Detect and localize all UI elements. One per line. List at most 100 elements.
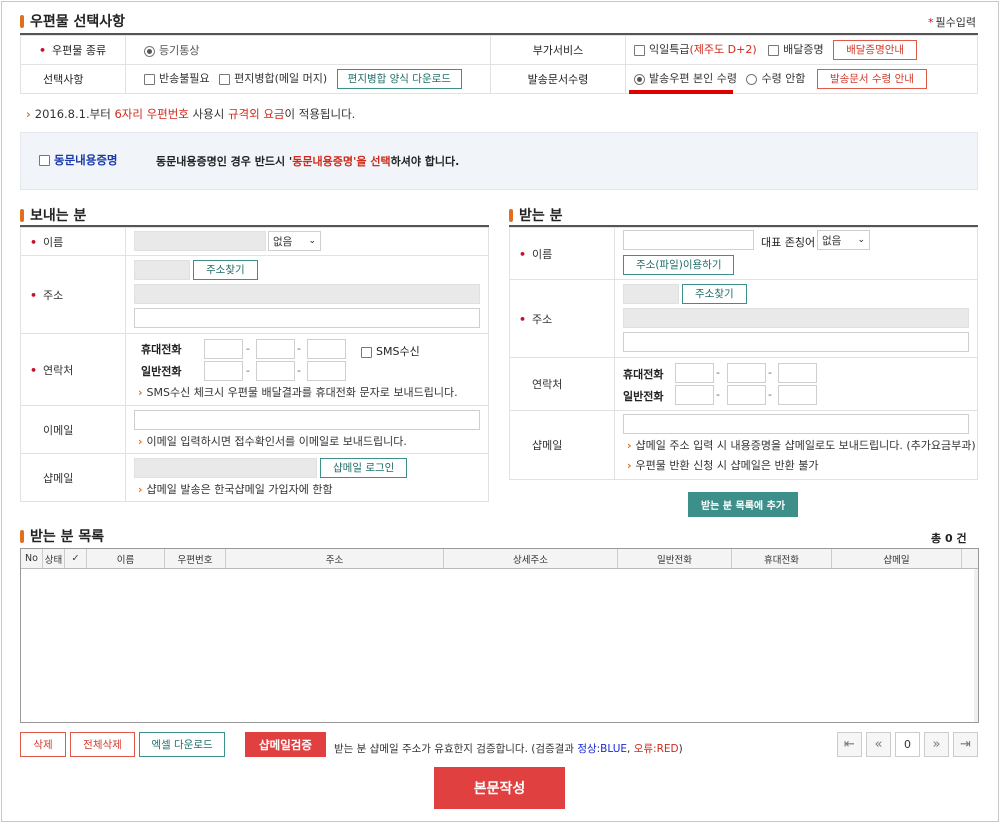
receiver-phone-2[interactable] — [727, 385, 766, 405]
sender-address-input[interactable] — [134, 284, 480, 304]
sender-shopmail-help: › 샵메일 발송은 한국샵메일 가입자에 한함 — [138, 483, 333, 496]
receiver-name-input[interactable] — [623, 230, 754, 250]
mail-type-label-cell: • 우편물 종류 — [20, 35, 126, 65]
chevron-right-icon: › — [138, 483, 143, 496]
receiver-shopmail-input[interactable] — [623, 414, 969, 434]
compose-button[interactable]: 본문작성 — [434, 767, 565, 809]
honorific-label: 대표 존칭어 — [761, 236, 816, 249]
receiver-mobile-3[interactable] — [778, 363, 817, 383]
last-page-icon[interactable]: ⇥ — [953, 732, 978, 757]
receiver-phone-3[interactable] — [778, 385, 817, 405]
receiver-title: 받는 분 — [509, 205, 563, 225]
page-number-input[interactable]: 0 — [895, 732, 920, 757]
verify-desc: 받는 분 샵메일 주소가 유효한지 검증합니다. (검증결과 정상:BLUE, … — [334, 743, 683, 755]
sender-sms-row[interactable]: SMS수신 — [361, 343, 420, 359]
chevron-right-icon: › — [627, 459, 632, 472]
first-page-icon[interactable]: ⇤ — [837, 732, 862, 757]
delivery-proof-guide-button[interactable]: 배달증명안내 — [833, 40, 918, 60]
doc-receive-label-cell: 발송문서수령 — [490, 64, 626, 94]
sender-mobile-label: 휴대전화 — [141, 343, 182, 356]
col-check-icon[interactable]: ✓ — [65, 549, 87, 568]
col-shopmail: 샵메일 — [832, 549, 962, 568]
sender-phone-2[interactable] — [256, 361, 295, 381]
sender-find-address-button[interactable]: 주소찾기 — [193, 260, 258, 280]
doc-receive-none-radio[interactable] — [746, 73, 758, 85]
receiver-mobile-2[interactable] — [727, 363, 766, 383]
receiver-contact-label: 연락처 — [509, 357, 615, 411]
col-no: No — [21, 549, 43, 568]
options-cell: 반송불필요 편지병합(메일 머지) 편지병합 양식 다운로드 — [125, 64, 491, 94]
chevron-right-icon: › — [138, 386, 143, 399]
section-bar-icon — [20, 208, 24, 222]
section-bar-icon — [509, 208, 513, 222]
extra-service-label-cell: 부가서비스 — [490, 35, 626, 65]
sender-phone-1[interactable] — [204, 361, 243, 381]
col-mobile: 휴대전화 — [732, 549, 832, 568]
receiver-name-label: • 이름 — [509, 227, 615, 280]
chevron-right-icon: › — [26, 107, 31, 121]
same-content-checkbox[interactable] — [39, 155, 50, 166]
doc-receive-guide-button[interactable]: 발송문서 수령 안내 — [816, 69, 927, 89]
col-zipcode: 우편번호 — [165, 549, 226, 568]
receiver-mobile-1[interactable] — [675, 363, 714, 383]
sender-contact-label: • 연락처 — [20, 333, 126, 406]
chevron-down-icon: ⌄ — [308, 236, 316, 246]
receiver-find-address-button[interactable]: 주소찾기 — [682, 284, 747, 304]
sender-email-input[interactable] — [134, 410, 480, 430]
receiver-list-header: No 상태 ✓ 이름 우편번호 주소 상세주소 일반전화 휴대전화 샵메일 — [21, 549, 978, 569]
receiver-mobile-label: 휴대전화 — [623, 368, 664, 381]
receiver-shopmail-help1: › 샵메일 주소 입력 시 내용증명을 샵메일로도 보내드립니다. (추가요금부과… — [627, 439, 976, 452]
no-return-checkbox[interactable] — [144, 73, 155, 85]
sender-sms-help: › SMS수신 체크시 우편물 배달결과를 휴대전화 문자로 보내드립니다. — [138, 386, 458, 399]
sender-shopmail-input[interactable] — [134, 458, 317, 478]
merge-download-button[interactable]: 편지병합 양식 다운로드 — [336, 69, 462, 89]
section-bar-icon — [20, 529, 24, 543]
receiver-address-detail-input[interactable] — [623, 332, 969, 352]
sender-mobile-3[interactable] — [307, 339, 346, 359]
sender-title-select[interactable]: 없음 ⌄ — [268, 231, 321, 251]
list-scrollbar[interactable] — [974, 569, 978, 722]
extra-service-cell: 익일특급(제주도 D+2) 배달증명 배달증명안내 — [625, 35, 978, 65]
doc-receive-self-radio[interactable] — [634, 73, 645, 85]
sender-phone-3[interactable] — [307, 361, 346, 381]
delete-button[interactable]: 삭제 — [20, 732, 66, 757]
sender-zipcode-input[interactable] — [134, 260, 190, 280]
highlight-underline — [629, 90, 733, 94]
mail-options-table: • 우편물 종류 등기통상 부가서비스 익일특급(제주도 D+2) 배달증명 배달… — [20, 35, 978, 94]
shopmail-login-button[interactable]: 샵메일 로그인 — [320, 458, 408, 478]
next-page-icon[interactable]: » — [924, 732, 949, 757]
sender-name-input[interactable] — [134, 231, 266, 251]
merge-checkbox[interactable] — [219, 73, 231, 85]
receiver-shopmail-help2: › 우편물 반환 신청 시 샵메일은 반환 불가 — [627, 459, 819, 472]
receiver-list-table[interactable]: No 상태 ✓ 이름 우편번호 주소 상세주소 일반전화 휴대전화 샵메일 — [20, 548, 979, 723]
file-address-button[interactable]: 주소(파일)이용하기 — [623, 255, 735, 275]
excel-download-button[interactable]: 엑셀 다운로드 — [139, 732, 225, 757]
section-bar-icon — [20, 14, 24, 28]
col-name: 이름 — [87, 549, 165, 568]
sender-email-help: › 이메일 입력하시면 접수확인서를 이메일로 보내드립니다. — [138, 435, 407, 448]
receiver-address-input[interactable] — [623, 308, 969, 328]
sender-find-address-button-wrap: 주소찾기 — [193, 260, 258, 280]
next-day-checkbox[interactable] — [634, 44, 645, 56]
sender-address-detail-input[interactable] — [134, 308, 480, 328]
sender-sms-checkbox[interactable] — [361, 346, 372, 358]
sender-mobile-1[interactable] — [204, 339, 243, 359]
delete-all-button[interactable]: 전체삭제 — [70, 732, 135, 757]
receiver-phone-1[interactable] — [675, 385, 714, 405]
shopmail-verify-button[interactable]: 샵메일검증 — [245, 732, 326, 757]
sender-address-label: • 주소 — [20, 255, 126, 334]
mail-type-radio[interactable] — [144, 45, 155, 57]
add-receiver-button[interactable]: 받는 분 목록에 추가 — [688, 492, 798, 517]
honorific-select[interactable]: 없음 ⌄ — [817, 230, 870, 250]
chevron-right-icon: › — [138, 435, 143, 448]
same-content-checkbox-row[interactable]: 동문내용증명 — [39, 152, 117, 168]
sender-mobile-2[interactable] — [256, 339, 295, 359]
col-status: 상태 — [43, 549, 65, 568]
prev-page-icon[interactable]: « — [866, 732, 891, 757]
receiver-zipcode-input[interactable] — [623, 284, 679, 304]
sender-shopmail-label: 샵메일 — [20, 453, 126, 502]
receiver-address-label: • 주소 — [509, 279, 615, 358]
sender-phone-label: 일반전화 — [141, 365, 182, 378]
options-label-cell: 선택사항 — [20, 64, 126, 94]
delivery-proof-checkbox[interactable] — [768, 44, 780, 56]
